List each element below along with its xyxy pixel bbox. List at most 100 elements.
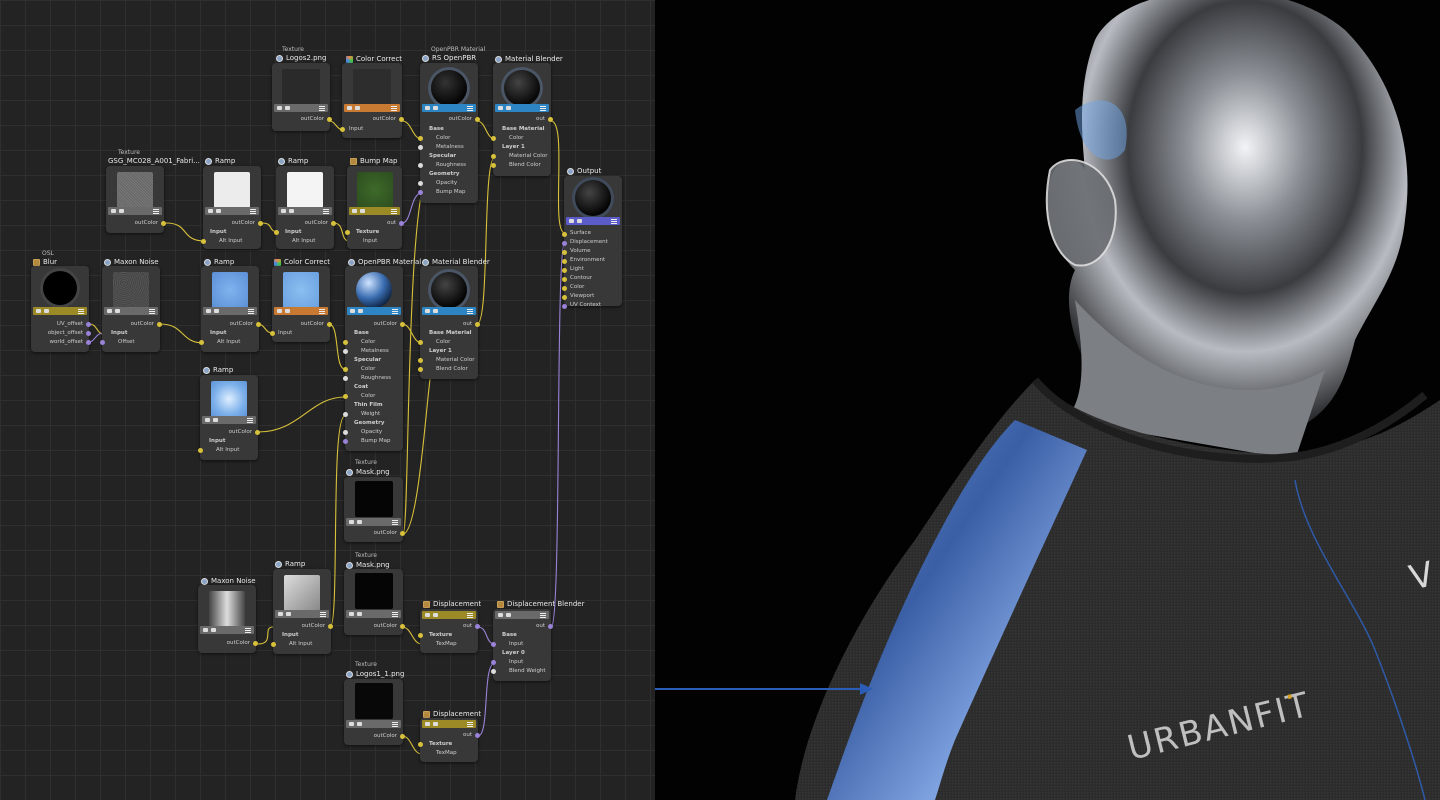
node-editor-canvas[interactable]: Texture Logos2.png outColor Color Correc… — [0, 0, 655, 800]
openpbr-material-node-1[interactable]: outColor Base Color Metalness Specular R… — [418, 63, 480, 203]
port-in-opacity[interactable]: Opacity — [436, 180, 457, 186]
port-dot[interactable] — [491, 154, 496, 159]
port-dot[interactable] — [548, 117, 553, 122]
port-dot[interactable] — [328, 624, 333, 629]
port-in-bump-map[interactable]: Bump Map — [436, 189, 465, 195]
port-out-color[interactable]: outColor — [135, 220, 158, 226]
texture-node-mask-2[interactable]: outColor — [344, 569, 405, 635]
port-group-layer-0[interactable]: Layer 0 — [502, 650, 525, 656]
port-dot[interactable] — [418, 633, 423, 638]
port-dot[interactable] — [418, 181, 423, 186]
node-toolbar[interactable] — [33, 307, 87, 315]
node-toolbar[interactable] — [347, 307, 401, 315]
port-dot[interactable] — [343, 430, 348, 435]
port-dot[interactable] — [271, 642, 276, 647]
port-in-weight[interactable]: Weight — [361, 411, 380, 417]
port-dot[interactable] — [562, 232, 567, 237]
node-toolbar[interactable] — [200, 626, 254, 634]
port-dot[interactable] — [343, 367, 348, 372]
port-dot[interactable] — [562, 259, 567, 264]
port-in-base-input[interactable]: Input — [509, 641, 523, 647]
texture-node-logos1[interactable]: outColor — [344, 679, 405, 745]
port-dot[interactable] — [86, 331, 91, 336]
port-in-uv-context[interactable]: UV Context — [570, 302, 601, 308]
node-toolbar[interactable] — [346, 720, 401, 728]
output-node[interactable]: Surface Displacement Volume Environment … — [562, 176, 622, 309]
port-in-offset[interactable]: Offset — [118, 339, 135, 345]
texture-node-fabric[interactable]: outColor — [106, 166, 166, 233]
color-correct-node-2[interactable]: outColor Input — [270, 266, 332, 342]
port-out-color[interactable]: outColor — [131, 321, 154, 327]
node-toolbar[interactable] — [422, 720, 476, 728]
bump-map-node[interactable]: out Texture Input — [345, 166, 404, 249]
port-dot[interactable] — [491, 136, 496, 141]
port-group-input[interactable]: Input — [209, 438, 225, 444]
port-dot[interactable] — [327, 117, 332, 122]
port-dot[interactable] — [418, 190, 423, 195]
node-toolbar[interactable] — [495, 611, 549, 619]
port-in-coat-color[interactable]: Color — [361, 393, 375, 399]
node-toolbar[interactable] — [278, 207, 332, 215]
port-dot[interactable] — [201, 239, 206, 244]
port-out-color[interactable]: outColor — [230, 321, 253, 327]
port-in-specular-color[interactable]: Color — [361, 366, 375, 372]
port-dot[interactable] — [343, 439, 348, 444]
port-in-alt-input[interactable]: Alt Input — [216, 447, 239, 453]
ramp-node-5[interactable]: outColor Input Alt Input — [271, 569, 333, 654]
port-in-color[interactable]: Color — [361, 339, 375, 345]
node-toolbar[interactable] — [275, 610, 329, 618]
node-toolbar[interactable] — [108, 207, 162, 215]
port-dot[interactable] — [274, 230, 279, 235]
port-in-alt-input[interactable]: Alt Input — [217, 339, 240, 345]
port-dot[interactable] — [562, 268, 567, 273]
port-dot[interactable] — [418, 145, 423, 150]
port-in-blend-weight[interactable]: Blend Weight — [509, 668, 546, 674]
port-in-material-color[interactable]: Material Color — [436, 357, 474, 363]
node-toolbar[interactable] — [274, 307, 328, 315]
port-dot[interactable] — [258, 221, 263, 226]
port-dot[interactable] — [343, 394, 348, 399]
port-dot[interactable] — [100, 340, 105, 345]
port-group-texture[interactable]: Texture — [429, 741, 452, 747]
port-out-color[interactable]: outColor — [227, 640, 250, 646]
port-dot[interactable] — [255, 430, 260, 435]
port-dot[interactable] — [475, 624, 480, 629]
node-toolbar[interactable] — [346, 610, 401, 618]
port-in-color[interactable]: Color — [436, 339, 450, 345]
port-out[interactable]: out — [463, 732, 472, 738]
port-group-layer-1[interactable]: Layer 1 — [429, 348, 452, 354]
port-group-input[interactable]: Input — [210, 330, 226, 336]
port-in-blend-color[interactable]: Blend Color — [436, 366, 468, 372]
port-in-viewport[interactable]: Viewport — [570, 293, 594, 299]
port-in-layer-input[interactable]: Input — [509, 659, 523, 665]
port-in-color[interactable]: Color — [570, 284, 584, 290]
node-toolbar[interactable] — [203, 307, 257, 315]
port-dot[interactable] — [418, 358, 423, 363]
port-in-opacity[interactable]: Opacity — [361, 429, 382, 435]
port-in-volume[interactable]: Volume — [570, 248, 590, 254]
port-out[interactable]: out — [536, 623, 545, 629]
port-group-texture[interactable]: Texture — [356, 229, 379, 235]
port-dot[interactable] — [86, 322, 91, 327]
port-out-color[interactable]: outColor — [305, 220, 328, 226]
port-dot[interactable] — [343, 340, 348, 345]
port-group-coat[interactable]: Coat — [354, 384, 368, 390]
port-dot[interactable] — [340, 127, 345, 132]
port-out-color[interactable]: outColor — [301, 116, 324, 122]
port-group-input[interactable]: Input — [282, 632, 298, 638]
port-in-input[interactable]: Input — [278, 330, 292, 336]
port-group-base-material[interactable]: Base Material — [502, 126, 545, 132]
port-in-contour[interactable]: Contour — [570, 275, 592, 281]
node-toolbar[interactable] — [202, 416, 256, 424]
material-blender-node-1[interactable]: out Base Material Color Layer 1 Material… — [491, 63, 553, 176]
port-group-base[interactable]: Base — [354, 330, 369, 336]
port-dot[interactable] — [198, 448, 203, 453]
port-in-roughness[interactable]: Roughness — [436, 162, 466, 168]
port-in-surface[interactable]: Surface — [570, 230, 591, 236]
ramp-node-4[interactable]: outColor Input Alt Input — [198, 375, 260, 460]
port-in-metalness[interactable]: Metalness — [361, 348, 389, 354]
port-dot[interactable] — [270, 331, 275, 336]
node-toolbar[interactable] — [205, 207, 259, 215]
port-dot[interactable] — [562, 277, 567, 282]
port-dot[interactable] — [400, 322, 405, 327]
